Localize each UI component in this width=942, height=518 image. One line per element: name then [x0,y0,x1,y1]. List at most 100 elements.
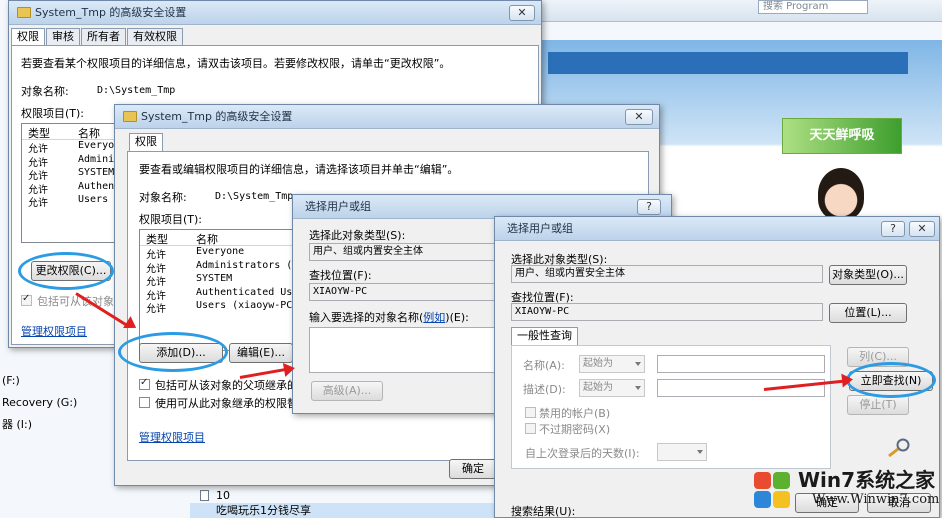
object-type-field: 用户、组或内置安全主体 [309,243,509,261]
watermark-brand: Win7系统之家 [798,468,936,492]
inherit-checkbox[interactable] [139,377,150,390]
days-since-logon-select[interactable] [657,443,707,461]
chevron-down-icon [635,362,641,366]
file-row[interactable]: 吃喝玩乐1分钱尽享 [190,503,510,518]
column-type[interactable]: 类型 [28,125,50,141]
help-button[interactable]: ? [637,199,661,215]
tab-strip: 权限 [129,133,164,152]
drive-item[interactable]: (F:) [0,370,120,392]
table-row[interactable]: 允许 Everyon [22,140,120,155]
locations-button[interactable]: 位置(L)... [829,303,907,323]
inherit-label: 包括可从该对象的父项继承的权 [155,379,309,392]
replace-checkbox[interactable] [139,397,150,408]
column-name[interactable]: 名称 [78,125,100,141]
list-header: 类型 名称 [22,124,120,140]
annotation-arrow-head [282,361,297,377]
watermark: Win7系统之家 Www.Winwin7.com [748,462,942,518]
manage-entries-link[interactable]: 管理权限项目 [139,429,205,445]
edit-button[interactable]: 编辑(E)... [229,343,293,363]
description-match-select[interactable]: 起始为 [579,379,645,397]
search-box[interactable]: 搜索 Program [758,0,868,14]
tab-strip: 权限 审核 所有者 有效权限 [11,28,184,47]
table-row[interactable]: 允许 Authenticated Users [140,287,298,302]
replace-label: 使用可从此对象继承的权限替换 [155,397,309,410]
inherit-checkbox[interactable] [21,293,32,306]
location-label: 查找位置(F): [309,269,372,282]
close-button[interactable]: ✕ [909,221,935,237]
days-since-logon-label: 自上次登录后的天数(I): [525,447,640,460]
web-page-header [548,52,908,74]
tab-permissions[interactable]: 权限 [129,133,163,152]
tab-common-queries[interactable]: 一般性查询 [511,327,578,346]
highlight-ellipse [118,332,228,372]
description-input[interactable] [657,379,825,397]
name-match-select[interactable]: 起始为 [579,355,645,373]
location-field: XIAOYW-PC [309,283,509,301]
explorer-toolbar [540,0,942,22]
folder-icon [123,111,137,122]
stop-button[interactable]: 停止(T) [847,395,909,415]
object-name-value: D:\System_Tmp [97,85,176,96]
names-input[interactable] [309,327,509,373]
drive-item[interactable]: 器 (I:) [0,414,120,436]
highlight-ellipse [846,362,936,398]
drive-item[interactable]: Recovery (G:) [0,392,120,414]
manage-entries-link[interactable]: 管理权限项目 [21,323,87,339]
no-expire-checkbox[interactable] [525,423,536,434]
entries-label: 权限项目(T): [21,107,85,120]
folder-icon [17,7,31,18]
file-list: 10 吃喝玩乐1分钱尽享 [190,488,510,518]
tab-auditing[interactable]: 审核 [46,28,80,45]
ad-banner[interactable]: 天天鲜呼吸 [782,118,902,154]
intro-text: 要查看或编辑权限项目的详细信息，请选择该项目并单击“编辑”。 [139,163,459,176]
dialog-title-bar[interactable]: System_Tmp 的高级安全设置 ✕ [115,105,659,129]
help-button[interactable]: ? [881,221,905,237]
dialog-title-bar[interactable]: 选择用户或组 ? ✕ [495,217,939,241]
table-row[interactable]: 允许 SYSTEM [140,273,298,288]
windows-logo-icon [754,472,792,510]
chevron-down-icon [697,450,703,454]
tab-effective-permissions[interactable]: 有效权限 [127,28,183,45]
disabled-accounts-checkbox[interactable] [525,407,536,418]
examples-link[interactable]: 例如 [423,311,445,324]
object-name-label: 对象名称: [21,85,69,98]
name-input[interactable] [657,355,825,373]
table-row[interactable]: 允许 Adminis [22,154,120,169]
avatar-image [818,168,864,220]
table-row[interactable]: 允许 Authent [22,181,120,196]
table-row[interactable]: 允许 Users ( [22,194,120,209]
disabled-accounts-label: 禁用的帐户(B) [539,407,611,420]
file-row[interactable]: 10 [190,488,510,503]
column-type[interactable]: 类型 [146,231,168,247]
permission-list[interactable]: 类型 名称 允许 Everyon 允许 Adminis 允许 SYSTEM 允许 Aut… [21,123,121,243]
object-type-label: 选择此对象类型(S): [309,229,406,242]
name-label: 名称(A): [523,359,565,372]
table-row[interactable]: 允许 Everyone [140,246,298,261]
table-row[interactable]: 允许 Administrators (xi [140,260,298,275]
annotation-arrow-head [841,372,854,388]
object-types-button[interactable]: 对象类型(O)... [829,265,907,285]
ok-button[interactable]: 确定 [449,459,497,479]
close-button[interactable]: ✕ [625,109,653,125]
table-row[interactable]: 允许 Users (xiaoyw-PC\U [140,300,298,315]
search-results-label: 搜索结果(U): [511,505,576,518]
close-button[interactable]: ✕ [509,5,535,21]
object-name-value: D:\System_Tmp [215,191,294,202]
table-row[interactable]: 允许 SYSTEM [22,167,120,182]
description-label: 描述(D): [523,383,566,396]
dialog-title-bar[interactable]: System_Tmp 的高级安全设置 ✕ [9,1,541,25]
chevron-down-icon [635,386,641,390]
column-name[interactable]: 名称 [196,231,218,247]
location-field: XIAOYW-PC [511,303,823,321]
drive-list: (F:) Recovery (G:) 器 (I:) [0,370,120,436]
object-name-label: 对象名称: [139,191,187,204]
no-expire-label: 不过期密码(X) [539,423,611,436]
entries-label: 权限项目(T): [139,213,203,226]
search-icon [888,438,910,458]
advanced-button[interactable]: 高级(A)... [311,381,383,401]
tab-owner[interactable]: 所有者 [81,28,126,45]
watermark-url: Www.Winwin7.com [812,492,940,507]
names-label: 输入要选择的对象名称(例如)(E): [309,311,469,324]
document-icon [200,490,209,501]
highlight-ellipse [18,252,114,290]
